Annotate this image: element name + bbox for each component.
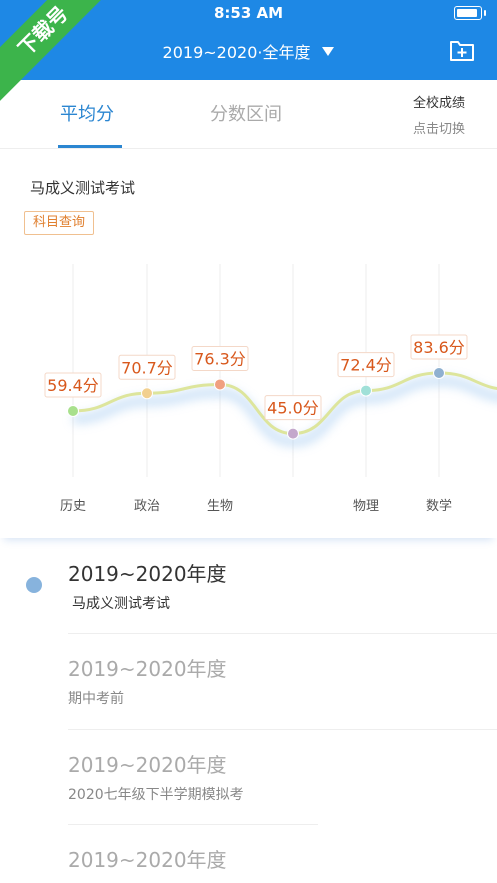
divider <box>68 633 497 634</box>
school-score-title: 全校成绩 <box>412 96 465 111</box>
data-point[interactable] <box>287 427 299 440</box>
school-score-subtitle: 点击切换 <box>412 122 465 137</box>
value-label: 76.3分 <box>194 349 246 368</box>
timeline-year: 2019~2020年度 <box>68 657 227 681</box>
active-tab-indicator <box>58 145 122 148</box>
timeline-item-4[interactable]: 2019~2020年度 <box>68 844 227 873</box>
timeline-exam: 期中考前 <box>68 691 124 707</box>
timeline-item-2[interactable]: 2019~2020年度 期中考前 <box>68 653 227 708</box>
value-label: 59.4分 <box>47 376 99 395</box>
data-point[interactable] <box>141 387 153 400</box>
timeline-year: 2019~2020年度 <box>68 562 227 586</box>
data-point[interactable] <box>360 384 372 397</box>
data-point[interactable] <box>433 367 445 379</box>
category-label: 政治 <box>134 499 160 514</box>
timeline-year: 2019~2020年度 <box>68 848 227 872</box>
timeline-exam: 马成义测试考试 <box>72 596 170 612</box>
divider <box>68 729 497 730</box>
timeline-exam: 2020七年级下半学期模拟考 <box>68 787 244 803</box>
timeline-active-dot <box>26 577 42 593</box>
tab-average-score[interactable]: 平均分 <box>60 100 114 126</box>
school-score-switch[interactable]: 全校成绩 点击切换 <box>413 92 465 137</box>
score-tabs: 平均分 分数区间 全校成绩 点击切换 <box>0 80 497 149</box>
value-label: 83.6分 <box>413 338 465 357</box>
category-label: 生物 <box>207 499 233 514</box>
data-point[interactable] <box>214 378 226 391</box>
value-label: 72.4分 <box>340 356 392 375</box>
caret-down-icon <box>322 47 335 56</box>
category-label: 历史 <box>60 499 86 514</box>
value-label: 45.0分 <box>267 399 319 418</box>
category-label: 物理 <box>353 499 379 514</box>
battery-icon <box>454 6 486 20</box>
year-selector[interactable]: 2019~2020·全年度 <box>0 39 497 63</box>
tab-score-range[interactable]: 分数区间 <box>210 100 282 126</box>
average-score-chart: 59.4分历史 70.7分政治 76.3分生物 45.0分 72.4分物理 83.6分数学… <box>44 264 497 514</box>
data-point[interactable] <box>67 405 79 417</box>
timeline-year: 2019~2020年度 <box>68 753 227 777</box>
divider <box>68 824 318 825</box>
value-label: 70.7分 <box>121 358 173 377</box>
timeline-item-1[interactable]: 2019~2020年度 马成义测试考试 <box>68 558 227 613</box>
category-label: 数学 <box>426 498 452 514</box>
add-folder-icon[interactable] <box>449 38 475 62</box>
timeline-item-3[interactable]: 2019~2020年度 2020七年级下半学期模拟考 <box>68 749 244 804</box>
chart-card: 马成义测试考试 科目查询 59.4分 历史 70.7分 政治 76.3分 生物 45.0分 7… <box>0 149 497 538</box>
year-selector-label: 2019~2020·全年度 <box>162 43 311 62</box>
